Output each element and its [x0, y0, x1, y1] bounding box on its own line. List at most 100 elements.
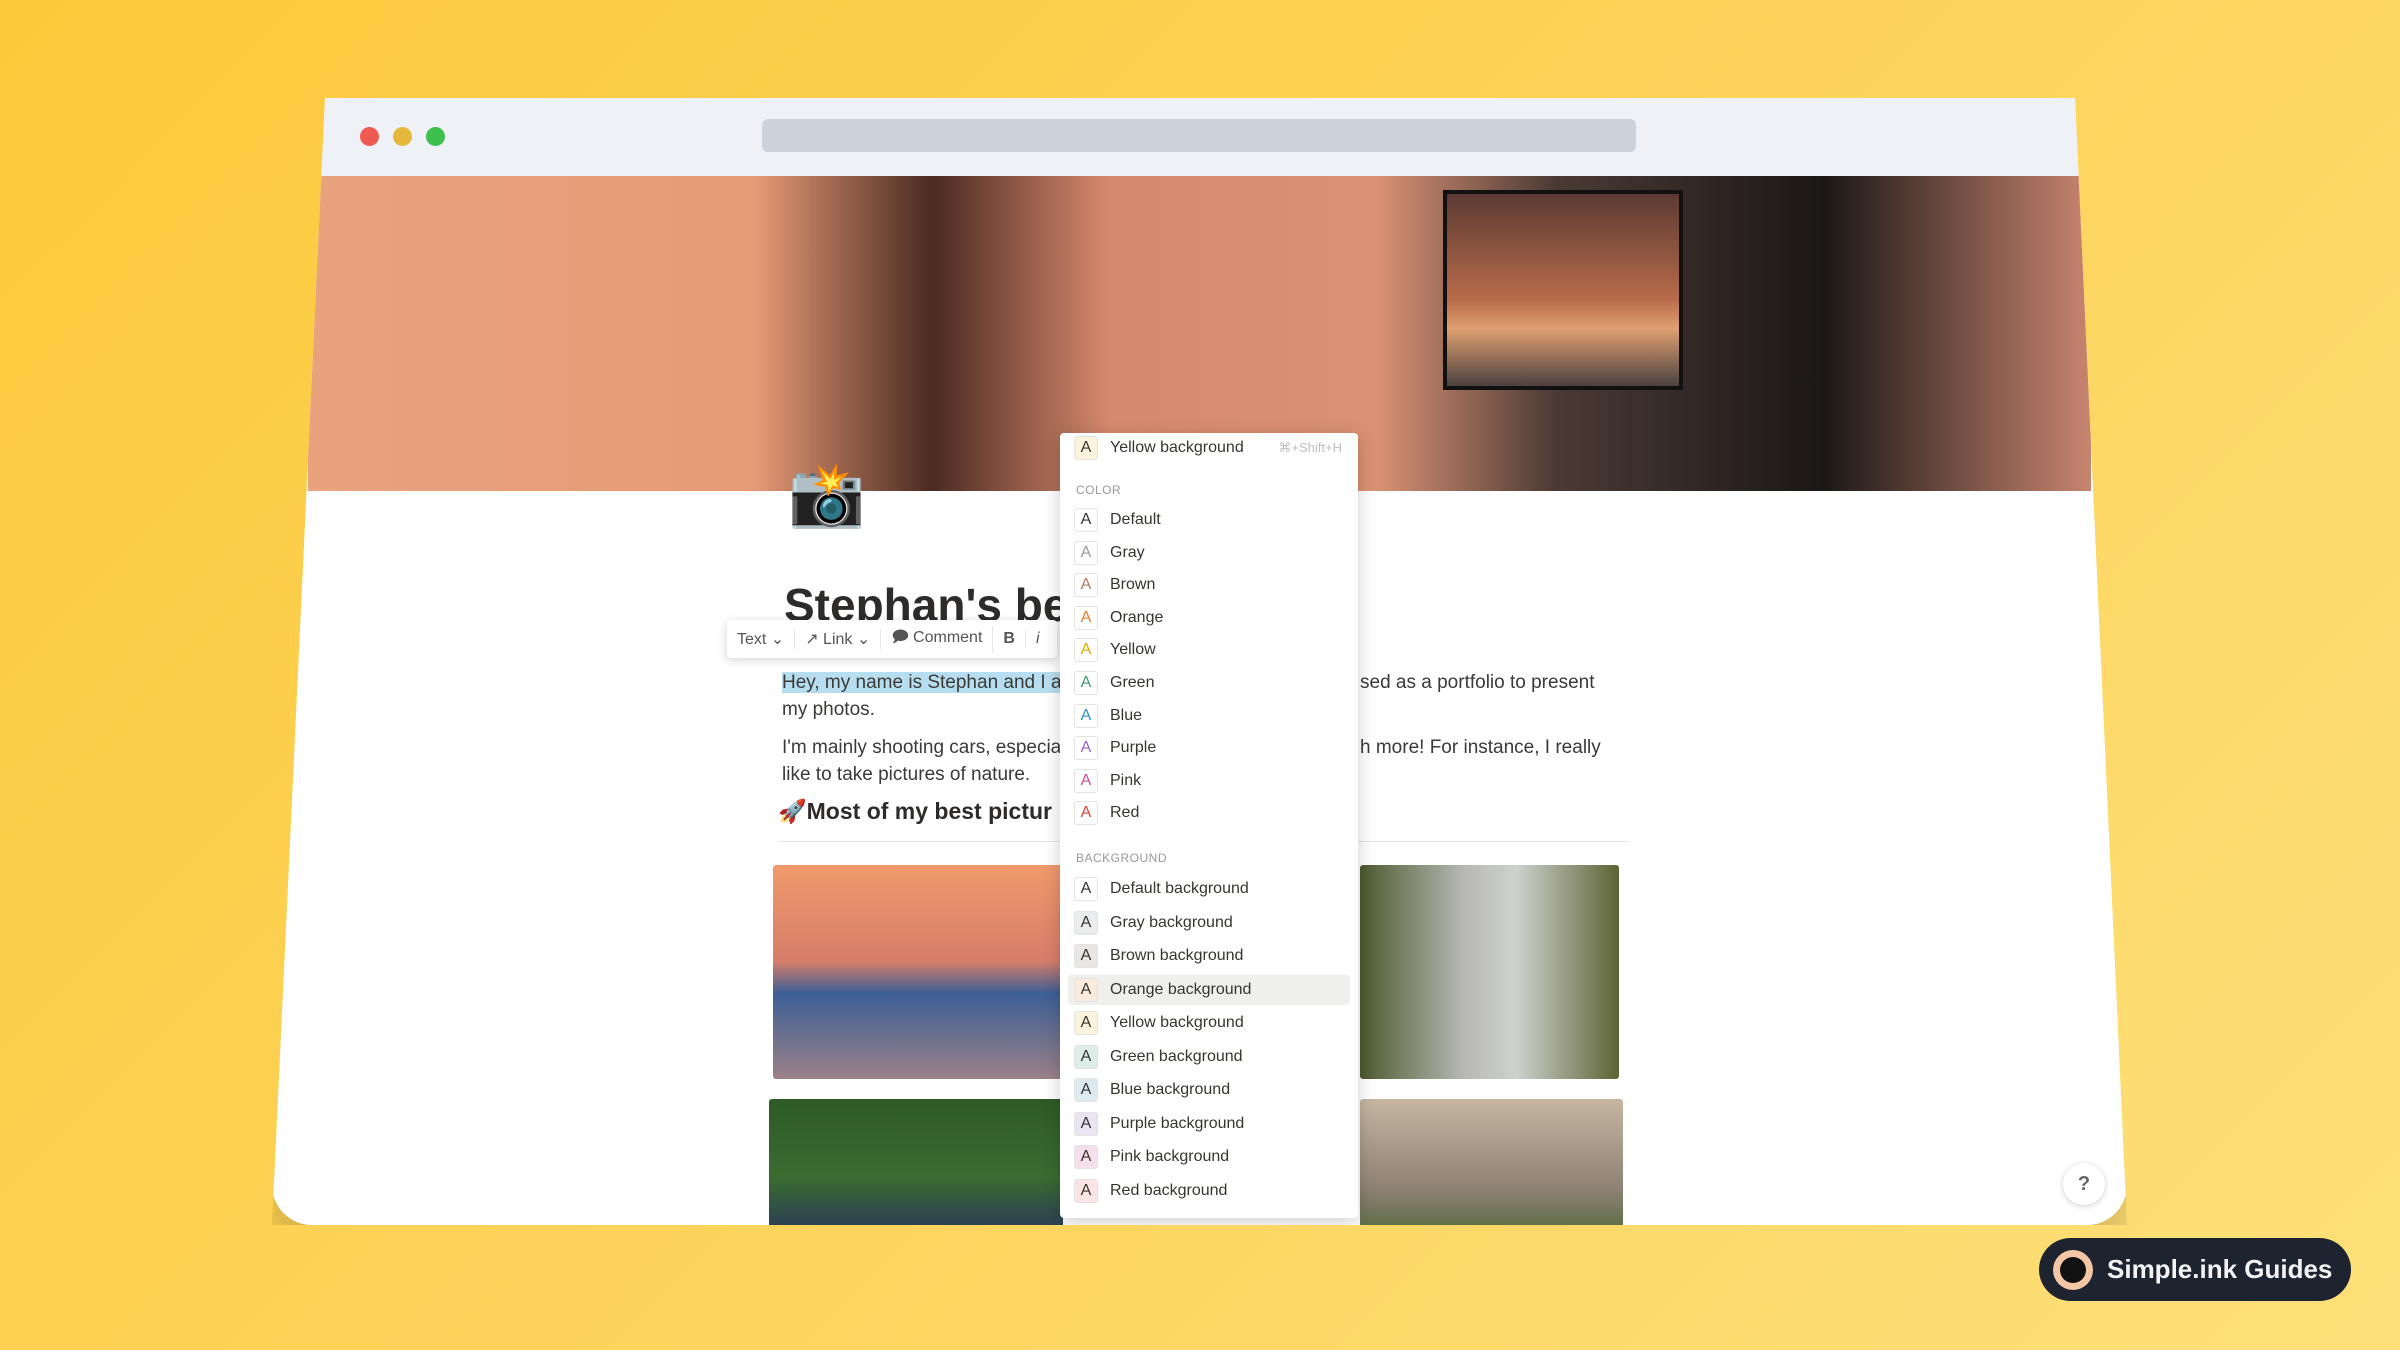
menu-item-label: Green	[1110, 674, 1155, 691]
comment-button[interactable]: 🗩 Comment	[881, 625, 994, 653]
menu-item-bg-brown[interactable]: A Brown background	[1068, 941, 1350, 971]
letter-a-icon: A	[1074, 638, 1098, 663]
menu-item-label: Yellow	[1110, 641, 1156, 659]
menu-item-label: Gray background	[1110, 913, 1233, 931]
minimize-button[interactable]	[393, 127, 412, 146]
letter-a-icon: A	[1074, 768, 1098, 793]
rocket-icon: 🚀	[778, 798, 807, 824]
menu-item-bg-green[interactable]: A Green background	[1068, 1042, 1350, 1072]
paragraph-1-line2[interactable]: my photos.	[782, 696, 875, 723]
browser-window: 📸 Stephan's be Text ⌄ ↗ Link ⌄ 🗩 Comment …	[272, 98, 2127, 1225]
letter-a-icon: A	[1074, 1145, 1098, 1169]
menu-item-bg-yellow[interactable]: A Yellow background	[1068, 1008, 1350, 1038]
menu-item-label: Red	[1110, 804, 1140, 822]
letter-a-icon: A	[1074, 944, 1098, 968]
menu-item-label: Blue background	[1110, 1081, 1231, 1098]
menu-item-color-purple[interactable]: A Purple	[1068, 733, 1350, 763]
letter-a-icon: A	[1074, 801, 1098, 826]
menu-item-label: Default	[1110, 511, 1161, 528]
menu-item-color-gray[interactable]: A Gray	[1068, 538, 1350, 568]
letter-a-icon: A	[1074, 910, 1098, 935]
section-heading[interactable]: 🚀Most of my best pictur	[778, 798, 1052, 825]
letter-a-icon: A	[1074, 540, 1098, 565]
close-button[interactable]	[360, 127, 379, 146]
paragraph-2-line2[interactable]: like to take pictures of nature.	[782, 761, 1030, 788]
menu-item-last-used[interactable]: A Yellow background ⌘+Shift+H	[1068, 433, 1350, 463]
heading-text: Most of my best pictur	[806, 798, 1052, 824]
menu-item-label: Purple background	[1110, 1114, 1245, 1132]
menu-item-color-red[interactable]: A Red	[1068, 798, 1350, 828]
menu-item-color-brown[interactable]: A Brown	[1068, 570, 1350, 600]
link-button[interactable]: ↗ Link ⌄	[795, 629, 882, 649]
paragraph-1[interactable]: Hey, my name is Stephan and I a	[782, 669, 1062, 696]
letter-a-icon: A	[1074, 1078, 1098, 1102]
menu-item-bg-orange[interactable]: A Orange background	[1068, 974, 1350, 1005]
letter-a-icon: A	[1074, 671, 1098, 695]
letter-a-icon: A	[1074, 703, 1098, 728]
color-menu: A Yellow background ⌘+Shift+H COLOR A Defau…	[1060, 433, 1358, 1218]
selected-text[interactable]: Hey, my name is Stephan and I a	[782, 672, 1062, 693]
paragraph-2-right[interactable]: h more! For instance, I really	[1360, 734, 1601, 761]
badge-label: Simple.ink Guides	[2107, 1254, 2333, 1284]
paragraph-1-right[interactable]: sed as a portfolio to present	[1360, 669, 1594, 696]
menu-item-label: Blue	[1110, 706, 1143, 724]
letter-a-icon: A	[1074, 1111, 1098, 1136]
camera-screen	[1443, 190, 1683, 390]
photo-mercedes-forest[interactable]	[1360, 865, 1619, 1079]
photo-bmw-sunset[interactable]	[773, 865, 1063, 1079]
color-section-title: COLOR	[1076, 483, 1122, 497]
maximize-button[interactable]	[426, 127, 445, 146]
menu-item-bg-pink[interactable]: A Pink background	[1068, 1142, 1350, 1172]
format-toolbar: Text ⌄ ↗ Link ⌄ 🗩 Comment B i	[727, 620, 1057, 658]
letter-a-icon: A	[1074, 1011, 1098, 1035]
menu-item-color-green[interactable]: A Green	[1068, 668, 1350, 698]
menu-item-color-blue[interactable]: A Blue	[1068, 701, 1350, 731]
simple-ink-logo-icon	[2053, 1249, 2093, 1290]
menu-item-label: Orange	[1110, 608, 1164, 626]
menu-item-label: Gray	[1110, 543, 1145, 561]
letter-a-icon: A	[1074, 573, 1098, 598]
menu-item-color-pink[interactable]: A Pink	[1068, 766, 1350, 796]
menu-item-color-default[interactable]: A Default	[1068, 505, 1350, 535]
menu-item-label: Yellow background	[1110, 439, 1244, 456]
letter-a-icon: A	[1074, 877, 1098, 901]
menu-item-label: Yellow background	[1110, 1014, 1244, 1031]
menu-item-label: Pink	[1110, 771, 1142, 789]
help-button[interactable]: ?	[2063, 1163, 2105, 1205]
menu-item-bg-purple[interactable]: A Purple background	[1068, 1109, 1350, 1139]
italic-button[interactable]: i	[1026, 630, 1050, 648]
letter-a-icon: A	[1074, 436, 1098, 460]
text-type-button[interactable]: Text ⌄	[727, 629, 796, 649]
menu-item-label: Green background	[1110, 1047, 1243, 1065]
letter-a-icon: A	[1074, 1044, 1098, 1069]
title-bar	[272, 98, 2127, 176]
menu-item-label: Default background	[1110, 880, 1249, 897]
photo-building-scaffold[interactable]	[1360, 1099, 1623, 1225]
menu-item-bg-default[interactable]: A Default background	[1068, 874, 1350, 904]
address-bar[interactable]	[762, 119, 1636, 152]
letter-a-icon: A	[1074, 1178, 1098, 1203]
menu-item-color-yellow[interactable]: A Yellow	[1068, 635, 1350, 665]
letter-a-icon: A	[1074, 977, 1098, 1002]
shortcut-hint: ⌘+Shift+H	[1278, 440, 1342, 455]
letter-a-icon: A	[1074, 605, 1098, 630]
page-icon[interactable]: 📸	[788, 459, 865, 532]
letter-a-icon: A	[1074, 736, 1098, 761]
paragraph-2[interactable]: I'm mainly shooting cars, especia	[782, 734, 1061, 761]
menu-item-bg-gray[interactable]: A Gray background	[1068, 908, 1350, 938]
comment-icon: 🗩	[891, 628, 910, 646]
menu-item-label: Orange background	[1110, 980, 1252, 998]
menu-item-label: Brown	[1110, 576, 1156, 594]
background-section-title: BACKGROUND	[1076, 851, 1168, 865]
menu-item-label: Purple	[1110, 739, 1157, 757]
menu-item-color-orange[interactable]: A Orange	[1068, 603, 1350, 633]
letter-a-icon: A	[1074, 508, 1098, 532]
photo-car-motion[interactable]	[769, 1099, 1063, 1225]
menu-item-label: Red background	[1110, 1181, 1228, 1199]
comment-label: Comment	[913, 628, 983, 646]
menu-item-bg-blue[interactable]: A Blue background	[1068, 1075, 1350, 1105]
menu-item-bg-red[interactable]: A Red background	[1068, 1176, 1350, 1206]
bold-button[interactable]: B	[993, 630, 1026, 648]
menu-item-label: Pink background	[1110, 1148, 1230, 1165]
simple-ink-badge[interactable]: Simple.ink Guides	[2039, 1238, 2351, 1301]
